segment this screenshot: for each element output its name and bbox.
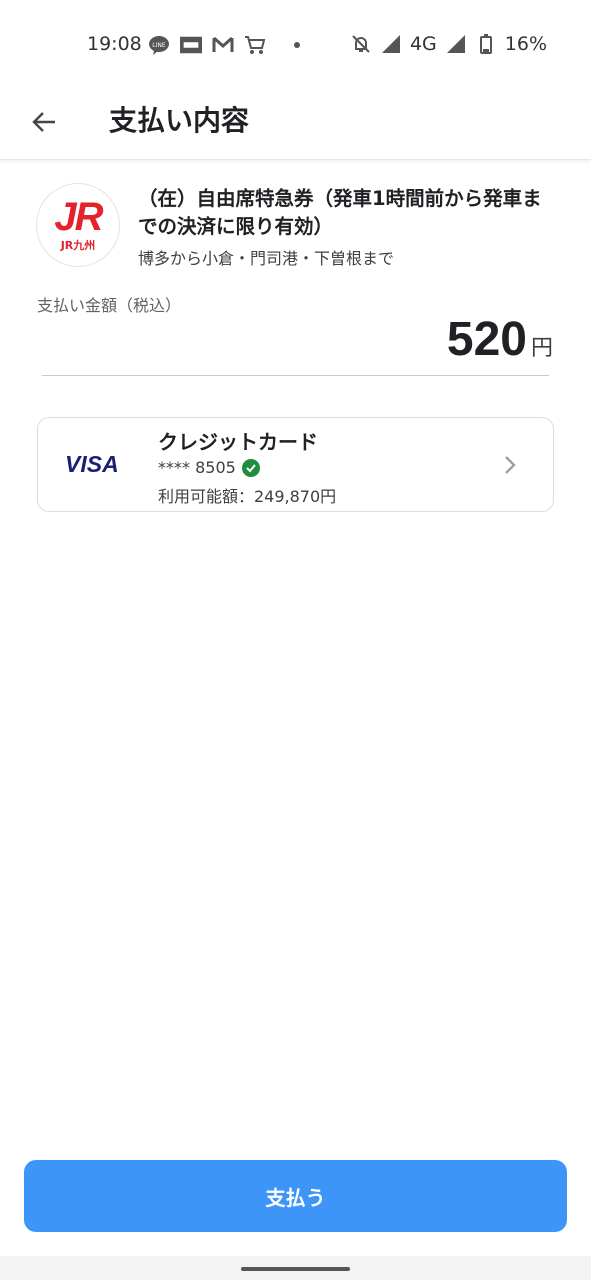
navigation-bar xyxy=(0,1256,591,1280)
product-name: （在）自由席特急券（発車1時間前から発車までの決済に限り有効） xyxy=(138,187,542,238)
app-bar: 支払い内容 xyxy=(0,90,591,160)
status-time: 19:08 xyxy=(87,33,142,55)
chevron-right-icon xyxy=(500,453,520,477)
divider xyxy=(42,375,549,376)
card-number-row: **** 8505 xyxy=(158,458,260,477)
shopping-cart-icon xyxy=(244,34,266,56)
silent-bell-icon xyxy=(350,33,372,55)
available-limit: 利用可能額：249,870円 xyxy=(158,487,337,506)
amount-label: 支払い金額（税込） xyxy=(37,296,182,315)
line-icon: LINE xyxy=(148,34,170,56)
amount-value: 520 xyxy=(446,313,527,366)
jr-kyushu-logo: JR JR九州 xyxy=(36,183,120,267)
visa-logo: VISA xyxy=(65,451,119,477)
svg-text:LINE: LINE xyxy=(152,42,166,49)
check-circle-icon xyxy=(241,458,260,477)
logo-subtext: JR九州 xyxy=(60,239,96,252)
battery-level: 16% xyxy=(504,33,547,55)
back-button[interactable] xyxy=(22,100,66,144)
payment-method-selector[interactable]: VISA クレジットカード **** 8505 利用可能額：249,870円 xyxy=(37,417,554,512)
notification-icons: LINE xyxy=(148,34,300,56)
amount-display: 520 円 xyxy=(447,312,553,367)
status-bar: 19:08 LINE 4G 16% xyxy=(0,0,591,90)
card-number: **** 8505 xyxy=(158,458,236,477)
pay-button[interactable]: 支払う xyxy=(24,1160,567,1232)
arrow-back-icon xyxy=(32,112,55,132)
payment-method-title: クレジットカード xyxy=(158,430,318,454)
home-gesture-handle[interactable] xyxy=(241,1267,350,1271)
signal-icon xyxy=(380,33,402,55)
signal-icon xyxy=(445,33,467,55)
notification-app-icon xyxy=(180,34,202,56)
battery-icon xyxy=(475,33,497,55)
gmail-icon xyxy=(212,34,234,56)
system-icons: 4G 16% xyxy=(350,33,547,55)
route-description: 博多から小倉・門司港・下曽根まで xyxy=(138,249,395,268)
page-title: 支払い内容 xyxy=(109,104,250,137)
dot-icon xyxy=(294,42,300,48)
amount-unit: 円 xyxy=(530,336,553,361)
logo-mark: JR xyxy=(54,195,103,239)
network-type: 4G xyxy=(409,33,437,55)
